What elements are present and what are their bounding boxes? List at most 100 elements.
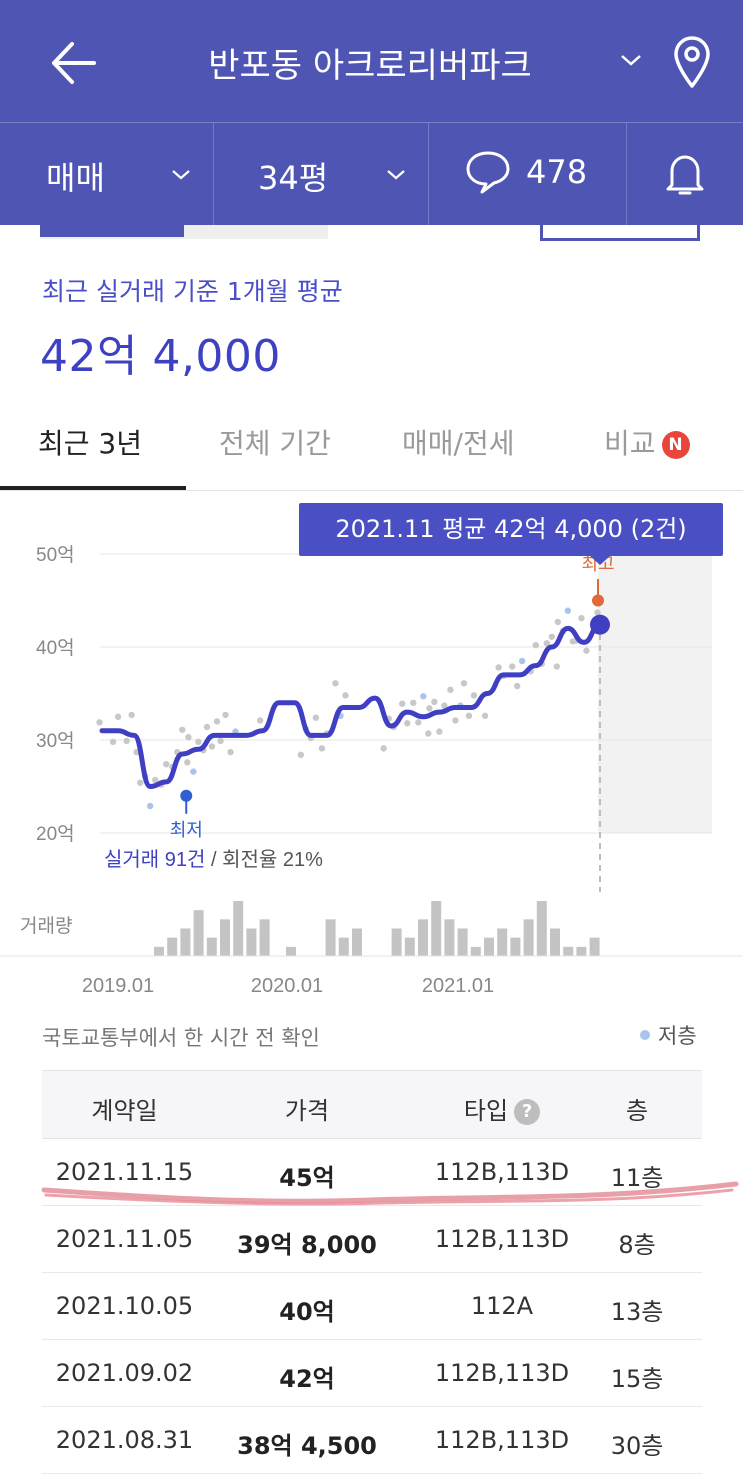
trade-dot: [465, 712, 473, 720]
turnover-rate: 회전율 21%: [222, 848, 323, 871]
volume-bar: [431, 901, 442, 956]
trade-dot: [399, 700, 406, 707]
trade-dot: [179, 726, 186, 733]
y-tick-label: 20억: [36, 823, 75, 845]
page-title[interactable]: 반포동 아크로리버파크: [150, 38, 590, 87]
x-tick-label: 2019.01: [82, 975, 154, 997]
volume-bar: [167, 937, 178, 956]
low-label: 최저: [170, 820, 203, 840]
trade-dot: [195, 738, 202, 746]
cell-floor: 8층: [618, 1231, 656, 1259]
trade-dot: [426, 705, 433, 712]
trade-dot: [436, 728, 443, 735]
cell-date: 2021.11.05: [55, 1225, 194, 1253]
volume-bar: [325, 919, 336, 956]
comments-button[interactable]: 478: [428, 123, 627, 226]
trade-dot: [332, 680, 339, 687]
trade-dot: [564, 607, 572, 614]
cell-date: 2021.10.05: [55, 1292, 194, 1320]
volume-bar: [180, 928, 191, 956]
back-button[interactable]: [48, 38, 100, 88]
volume-bar: [391, 928, 402, 956]
trade-dot: [553, 663, 561, 670]
chart-tooltip: 2021.11 평균 42억 4,000 (2건): [299, 503, 723, 556]
trade-dot: [185, 734, 192, 741]
tooltip-arrow: [590, 556, 610, 565]
period-tabs: 최근 3년 전체 기간 매매/전세 비교 N: [0, 395, 743, 491]
header-type: 타입?: [407, 1091, 597, 1126]
tab-all-period[interactable]: 전체 기간: [219, 422, 331, 462]
location-pin-icon[interactable]: [670, 34, 714, 90]
header-type-label: 타입: [463, 1097, 509, 1125]
deal-type-label: 매매: [46, 159, 105, 197]
trade-dot: [380, 745, 387, 752]
price-chart[interactable]: 20억30억40억50억 최고 최저 실거래 91건 / 회전율 21% 거래량…: [0, 492, 743, 1007]
cell-price: 40억: [279, 1298, 335, 1326]
tab-label: 최근 3년: [38, 427, 142, 460]
cell-price: 39억 8,000: [237, 1231, 377, 1259]
tab-recent-3-years[interactable]: 최근 3년: [38, 422, 142, 462]
hand-drawn-underline: [41, 1181, 739, 1206]
volume-bar: [418, 919, 428, 956]
table-row[interactable]: 2021.10.05 40억 112A 13층: [42, 1273, 702, 1340]
volume-bar: [338, 937, 349, 956]
latest-point[interactable]: [590, 614, 610, 635]
tab-sale-lease[interactable]: 매매/전세: [402, 422, 514, 462]
trade-dot: [190, 768, 197, 775]
stats-separator: /: [205, 849, 222, 871]
help-icon[interactable]: ?: [514, 1099, 541, 1125]
trade-dot: [256, 717, 264, 724]
volume-bar: [233, 901, 244, 956]
volume-bar: [220, 919, 230, 956]
volume-bar: [457, 928, 468, 956]
header-date: 계약일: [91, 1097, 158, 1125]
data-source-note: 국토교통부에서 한 시간 전 확인: [42, 1026, 320, 1050]
volume-bar: [536, 901, 547, 956]
trade-dot: [420, 693, 427, 700]
chevron-down-icon: [387, 170, 405, 180]
trade-dot: [123, 737, 130, 745]
trade-dot: [452, 717, 459, 724]
volume-bar: [444, 919, 455, 956]
volume-bar: [484, 937, 494, 956]
back-arrow-icon: [52, 42, 96, 84]
trade-dot: [312, 714, 320, 721]
trade-dot: [447, 686, 454, 693]
trade-dot: [297, 751, 305, 759]
app-header: 반포동 아크로리버파크 매매 34평 478: [0, 0, 743, 226]
new-badge: N: [661, 431, 690, 459]
volume-bar: [470, 946, 481, 956]
table-row[interactable]: 2021.09.02 42억 112B,113D 15층: [42, 1340, 702, 1407]
deal-type-dropdown[interactable]: 매매: [0, 123, 214, 226]
volume-bar: [404, 937, 415, 956]
notification-button[interactable]: [626, 123, 743, 226]
trade-dot: [128, 711, 135, 719]
table-row[interactable]: 2021.08.31 38억 4,500 112B,113D 30층: [42, 1407, 702, 1474]
trade-dot: [404, 720, 411, 727]
low-floor-legend: 저층: [640, 1020, 697, 1050]
x-tick-label: 2021.01: [422, 975, 494, 997]
trade-dot: [203, 723, 211, 731]
comment-count: 478: [526, 153, 588, 191]
volume-bar: [286, 946, 296, 956]
volume-bar: [193, 910, 204, 956]
trade-dot: [410, 699, 417, 706]
price-trend-line: [99, 622, 603, 789]
volume-bar: [259, 919, 270, 956]
chart-future-shade: [598, 554, 712, 833]
cell-type: 112B,113D: [434, 1359, 570, 1387]
table-header: 계약일 가격 타입? 층: [42, 1070, 702, 1139]
trade-dot: [222, 711, 229, 719]
header-price: 가격: [284, 1097, 330, 1125]
trade-dot: [513, 682, 521, 690]
tab-compare[interactable]: 비교 N: [604, 422, 690, 462]
size-dropdown[interactable]: 34평: [213, 123, 429, 226]
trade-dot: [136, 779, 144, 786]
chat-bubble-icon: [466, 151, 510, 194]
y-tick-label: 30억: [36, 730, 75, 752]
trade-dot: [481, 712, 489, 720]
y-tick-label: 40억: [36, 637, 75, 659]
trade-dot: [213, 718, 221, 725]
cell-price: 38억 4,500: [237, 1432, 377, 1460]
chevron-down-icon[interactable]: [618, 50, 644, 70]
